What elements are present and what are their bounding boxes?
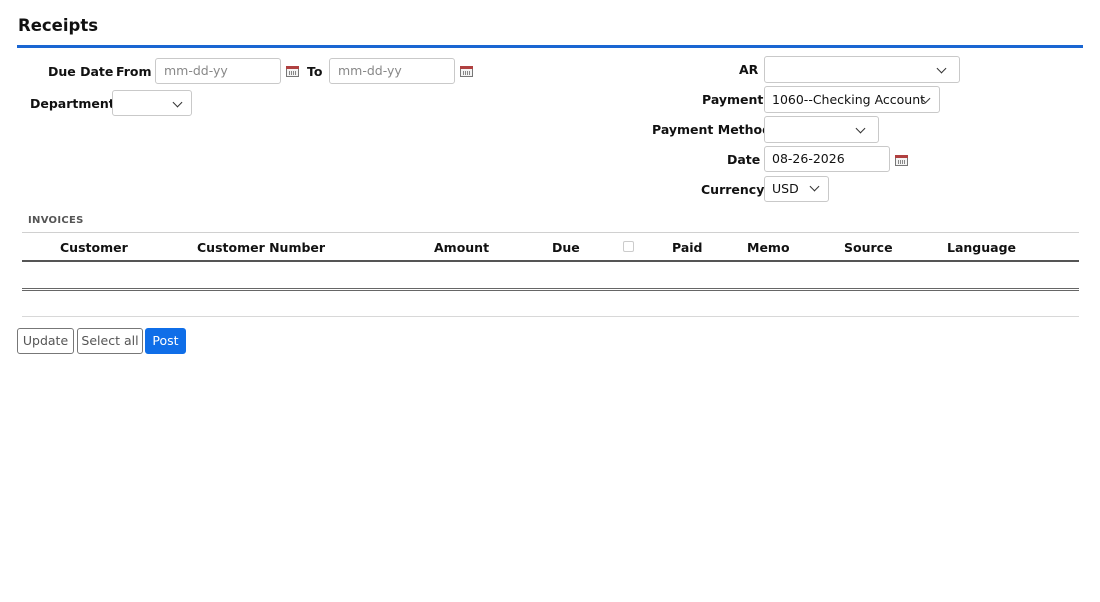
invoices-section-label: INVOICES [28,215,84,226]
post-button[interactable]: Post [145,328,186,354]
column-header-customer-number[interactable]: Customer Number [197,240,325,255]
title-underline [17,45,1083,48]
select-all-checkbox[interactable] [623,241,634,252]
department-select[interactable] [112,90,192,116]
payment-value: 1060--Checking Account [772,92,926,107]
update-button[interactable]: Update [17,328,74,354]
column-header-due[interactable]: Due [552,240,580,255]
payment-label: Payment [702,92,764,107]
department-label: Department [30,96,115,111]
payment-method-label: Payment Method [652,122,772,137]
payment-method-select[interactable] [764,116,879,143]
column-header-paid[interactable]: Paid [672,240,703,255]
chevron-down-icon [172,97,183,108]
ar-select[interactable] [764,56,960,83]
to-date-placeholder: mm-dd-yy [338,63,402,78]
currency-label: Currency [701,182,765,197]
currency-select[interactable]: USD [764,176,829,202]
from-label: From [116,64,152,79]
column-header-source[interactable]: Source [844,240,893,255]
column-header-memo[interactable]: Memo [747,240,790,255]
date-label: Date [727,152,761,167]
due-date-label: Due Date [48,64,114,79]
column-header-amount[interactable]: Amount [434,240,489,255]
page-title: Receipts [18,16,99,35]
payment-select[interactable]: 1060--Checking Account [764,86,940,113]
column-header-language[interactable]: Language [947,240,1016,255]
calendar-icon[interactable] [460,66,473,77]
from-date-placeholder: mm-dd-yy [164,63,228,78]
section-divider [22,316,1079,317]
table-footer-border [22,288,1079,289]
chevron-down-icon [809,181,820,192]
column-header-customer[interactable]: Customer [60,240,128,255]
calendar-icon[interactable] [286,66,299,77]
currency-value: USD [772,181,799,196]
date-input[interactable]: 08-26-2026 [764,146,890,172]
calendar-icon[interactable] [895,155,908,166]
date-value: 08-26-2026 [772,151,845,166]
table-footer-border-2 [22,290,1079,291]
table-body-empty [22,262,1079,288]
select-all-button[interactable]: Select all [77,328,143,354]
from-date-input[interactable]: mm-dd-yy [155,58,281,84]
to-label: To [307,64,323,79]
table-top-border [22,232,1079,233]
to-date-input[interactable]: mm-dd-yy [329,58,455,84]
ar-label: AR [739,62,759,77]
chevron-down-icon [855,123,866,134]
chevron-down-icon [936,63,947,74]
